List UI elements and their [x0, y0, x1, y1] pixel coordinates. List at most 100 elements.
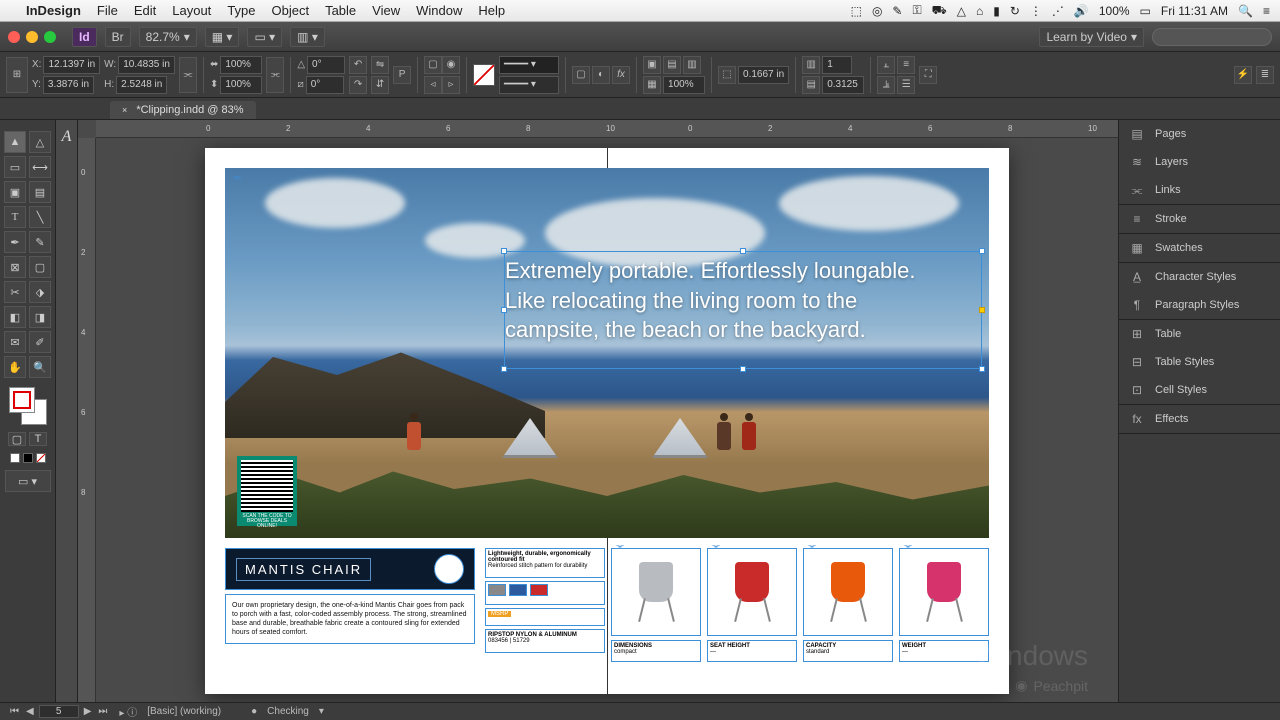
constrain-scale[interactable]: ⫘ — [266, 57, 284, 93]
panel-links[interactable]: ⫘Links — [1119, 176, 1280, 204]
chair-label[interactable]: WEIGHT— — [899, 640, 989, 662]
bridge-button[interactable]: Br — [105, 27, 131, 47]
page-field[interactable] — [39, 705, 79, 718]
evernote-icon[interactable]: ✎ — [892, 4, 902, 18]
cc-icon[interactable]: ◎ — [872, 4, 882, 18]
wrap-none[interactable]: ▣ — [643, 56, 661, 74]
w-field[interactable]: 10.4835 in — [118, 56, 175, 74]
product-description[interactable]: Our own proprietary design, the one-of-a… — [225, 594, 475, 644]
wrap-shape[interactable]: ▥ — [683, 56, 701, 74]
fx-btn[interactable]: fx — [612, 66, 630, 84]
home-icon[interactable]: ⌂ — [976, 4, 983, 18]
spec-colors[interactable] — [485, 581, 605, 605]
rotate-field[interactable]: 0° — [307, 56, 345, 74]
valign-top[interactable]: ⫠ — [877, 56, 895, 74]
eyedropper-tool[interactable]: ✐ — [29, 331, 51, 353]
select-content[interactable]: ◉ — [442, 56, 460, 74]
truck-icon[interactable]: ⛟ — [932, 3, 947, 19]
ruler-horizontal[interactable]: 02 46 810 02 46 810 — [96, 120, 1118, 138]
wifi-icon[interactable]: ⋰ — [1052, 4, 1064, 18]
chair-label[interactable]: SEAT HEIGHT— — [707, 640, 797, 662]
fill-swatch[interactable] — [473, 64, 495, 86]
chair-label[interactable]: CAPACITYstandard — [803, 640, 893, 662]
quick-apply[interactable]: ⚡ — [1234, 66, 1252, 84]
panel-table-styles[interactable]: ⊟Table Styles — [1119, 348, 1280, 376]
last-page-icon[interactable]: ⏭ — [96, 706, 109, 717]
menu-help[interactable]: Help — [478, 3, 505, 18]
constrain-wh[interactable]: ⫘ — [179, 57, 197, 93]
note-tool[interactable]: ✉ — [4, 331, 26, 353]
battery-menu-icon[interactable]: ▮ — [993, 4, 1000, 18]
scale-y[interactable]: 100% — [220, 76, 262, 94]
chair-card[interactable]: ⫘ DIMENSIONScompact — [611, 548, 701, 684]
clock[interactable]: Fri 11:31 AM — [1161, 4, 1228, 18]
rotate-ccw[interactable]: ↶ — [349, 56, 367, 74]
battery-pct[interactable]: 100% — [1099, 4, 1130, 18]
minimize-window[interactable] — [26, 31, 38, 43]
free-transform-tool[interactable]: ⬗ — [29, 281, 51, 303]
chair-label[interactable]: DIMENSIONScompact — [611, 640, 701, 662]
pen-tool[interactable]: ✒ — [4, 231, 26, 253]
panel-paragraph-styles[interactable]: ¶Paragraph Styles — [1119, 291, 1280, 319]
page-tool[interactable]: ▭ — [4, 156, 26, 178]
volume-icon[interactable]: 🔊 — [1074, 4, 1089, 18]
select-next[interactable]: ▹ — [442, 76, 460, 94]
shear-field[interactable]: 0° — [306, 76, 344, 94]
apply-color-row[interactable] — [10, 453, 46, 463]
panel-swatches[interactable]: ▦Swatches — [1119, 234, 1280, 262]
help-search[interactable] — [1152, 28, 1272, 46]
chair-image[interactable]: ⫘ — [611, 548, 701, 636]
drop-shadow-btn[interactable]: ▢ — [572, 66, 590, 84]
formatting-container[interactable]: ▢ — [8, 432, 26, 446]
corner-options[interactable]: ⬚ — [718, 66, 736, 84]
menu-edit[interactable]: Edit — [134, 3, 156, 18]
corner-radius[interactable]: 0.1667 in — [738, 66, 789, 84]
gap-tool[interactable]: ⟷ — [29, 156, 51, 178]
opacity-field[interactable]: 100% — [663, 76, 705, 94]
select-container[interactable]: ▢ — [424, 56, 442, 74]
battery-icon[interactable]: ▭ — [1140, 4, 1151, 18]
view-mode-normal[interactable]: ▭ ▾ — [5, 470, 51, 492]
dropbox-icon[interactable]: ⬚ — [851, 4, 862, 18]
chair-card[interactable]: ⫘ CAPACITYstandard — [803, 548, 893, 684]
line-tool[interactable]: ╲ — [29, 206, 51, 228]
rotate-cw[interactable]: ↷ — [349, 76, 367, 94]
panel-stroke[interactable]: ≡Stroke — [1119, 205, 1280, 233]
document-tab[interactable]: × *Clipping.indd @ 83% — [110, 101, 256, 119]
fit-frame[interactable]: ⛶ — [919, 66, 937, 84]
y-field[interactable]: 3.3876 in — [43, 76, 94, 94]
bt-icon[interactable]: ⋮ — [1030, 4, 1042, 18]
scissors-tool[interactable]: ✂ — [4, 281, 26, 303]
page-navigator[interactable]: ⏮ ◀ ▶ ⏭ — [8, 705, 109, 718]
canvas[interactable]: 02 46 810 02 46 810 02 46 8 — [78, 120, 1118, 702]
direct-selection-tool[interactable]: △ — [29, 131, 51, 153]
workspace-switcher[interactable]: Learn by Video ▾ — [1039, 27, 1144, 47]
ruler-vertical[interactable]: 02 46 8 — [78, 138, 96, 702]
menu-layout[interactable]: Layout — [172, 3, 211, 18]
rectangle-frame-tool[interactable]: ⊠ — [4, 256, 26, 278]
formatting-text[interactable]: T — [29, 432, 47, 446]
chair-image[interactable]: ⫘ — [899, 548, 989, 636]
chair-image[interactable]: ⫘ — [803, 548, 893, 636]
chair-image[interactable]: ⫘ — [707, 548, 797, 636]
content-placer-tool[interactable]: ▤ — [29, 181, 51, 203]
panel-cell-styles[interactable]: ⊡Cell Styles — [1119, 376, 1280, 404]
drive-icon[interactable]: △ — [957, 4, 966, 18]
key-icon[interactable]: ⚿ — [912, 3, 921, 18]
menu-table[interactable]: Table — [325, 3, 356, 18]
next-page-icon[interactable]: ▶ — [82, 706, 94, 717]
menu-window[interactable]: Window — [416, 3, 462, 18]
collapsed-panel-tab[interactable]: A — [56, 120, 78, 702]
panel-table[interactable]: ⊞Table — [1119, 320, 1280, 348]
valign-just[interactable]: ☰ — [897, 76, 915, 94]
pencil-tool[interactable]: ✎ — [29, 231, 51, 253]
spread[interactable]: SCAN THE CODE TO BROWSE DEALS ONLINE! ⫘ … — [205, 148, 1009, 694]
panel-character-styles[interactable]: A̲Character Styles — [1119, 263, 1280, 291]
gradient-swatch-tool[interactable]: ◧ — [4, 306, 26, 328]
close-window[interactable] — [8, 31, 20, 43]
scale-x[interactable]: 100% — [220, 56, 262, 74]
zoom-level-dropdown[interactable]: 82.7% ▾ — [139, 27, 197, 47]
panel-effects[interactable]: fxEffects — [1119, 405, 1280, 433]
arrange[interactable]: ▥ ▾ — [290, 27, 325, 47]
chair-card[interactable]: ⫘ WEIGHT— — [899, 548, 989, 684]
